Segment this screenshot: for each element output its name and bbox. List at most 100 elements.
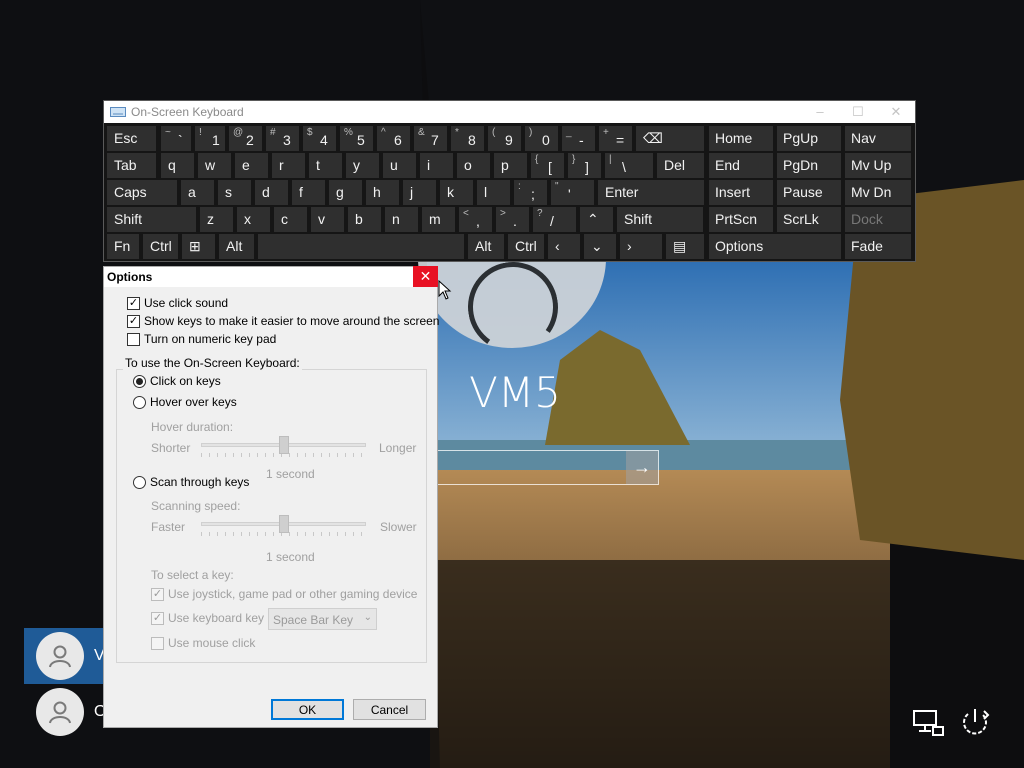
- show-keys-checkbox[interactable]: ✓ Show keys to make it easier to move ar…: [127, 314, 439, 328]
- osk-key[interactable]: Del: [657, 153, 704, 178]
- osk-key[interactable]: ⌫: [636, 126, 704, 151]
- osk-key[interactable]: c: [274, 207, 307, 232]
- arrow-right-icon[interactable]: →: [626, 451, 658, 484]
- ok-button[interactable]: OK: [271, 699, 344, 720]
- maximize-button[interactable]: ☐: [839, 104, 877, 120]
- osk-key[interactable]: ‹: [548, 234, 580, 259]
- osk-key[interactable]: Caps: [107, 180, 177, 205]
- osk-nav-key[interactable]: Dock: [845, 207, 911, 232]
- scan-through-keys-radio[interactable]: Scan through keys: [133, 475, 249, 489]
- osk-key[interactable]: v: [311, 207, 344, 232]
- osk-key[interactable]: @2: [229, 126, 262, 151]
- checkbox-box[interactable]: ✓: [151, 611, 164, 625]
- osk-key[interactable]: Enter: [598, 180, 704, 205]
- osk-key[interactable]: ⌄: [584, 234, 616, 259]
- osk-key[interactable]: l: [477, 180, 510, 205]
- osk-key[interactable]: t: [309, 153, 342, 178]
- osk-key[interactable]: x: [237, 207, 270, 232]
- osk-nav-key[interactable]: Options: [709, 234, 841, 259]
- osk-nav-key[interactable]: Mv Up: [845, 153, 911, 178]
- minimize-button[interactable]: –: [801, 104, 839, 120]
- checkbox-box[interactable]: ✓: [127, 314, 140, 328]
- osk-key[interactable]: ▤: [666, 234, 704, 259]
- cancel-button[interactable]: Cancel: [353, 699, 426, 720]
- osk-key[interactable]: s: [218, 180, 251, 205]
- checkbox-box[interactable]: [151, 636, 164, 650]
- osk-key[interactable]: ~ `: [161, 126, 191, 151]
- osk-key[interactable]: Esc: [107, 126, 156, 151]
- osk-key[interactable]: k: [440, 180, 473, 205]
- use-keyboard-key-checkbox[interactable]: ✓ Use keyboard key: [151, 611, 264, 625]
- radio-button[interactable]: [133, 395, 146, 409]
- osk-nav-key[interactable]: Fade: [845, 234, 911, 259]
- osk-key[interactable]: [258, 234, 464, 259]
- scanning-speed-thumb[interactable]: [278, 515, 289, 533]
- osk-key[interactable]: d: [255, 180, 288, 205]
- hover-over-keys-radio[interactable]: Hover over keys: [133, 395, 237, 409]
- osk-nav-key[interactable]: Pause: [777, 180, 841, 205]
- osk-key[interactable]: Tab: [107, 153, 156, 178]
- osk-key[interactable]: (9: [488, 126, 521, 151]
- osk-titlebar[interactable]: On-Screen Keyboard – ☐ ✕: [104, 101, 915, 123]
- osk-key[interactable]: n: [385, 207, 418, 232]
- osk-key[interactable]: }]: [568, 153, 601, 178]
- use-mouse-click-checkbox[interactable]: Use mouse click: [151, 636, 255, 650]
- use-joystick-checkbox[interactable]: ✓ Use joystick, game pad or other gaming…: [151, 587, 417, 601]
- osk-key[interactable]: ›: [620, 234, 662, 259]
- osk-key[interactable]: Shift: [617, 207, 703, 232]
- radio-button[interactable]: [133, 475, 146, 489]
- hover-duration-thumb[interactable]: [278, 436, 289, 454]
- osk-nav-key[interactable]: PrtScn: [709, 207, 773, 232]
- osk-key[interactable]: ⊞: [182, 234, 215, 259]
- click-on-keys-radio[interactable]: Click on keys: [133, 374, 221, 388]
- osk-nav-key[interactable]: Nav: [845, 126, 911, 151]
- checkbox-box[interactable]: ✓: [151, 587, 164, 601]
- osk-key[interactable]: a: [181, 180, 214, 205]
- osk-key[interactable]: * 8: [451, 126, 484, 151]
- osk-key[interactable]: r: [272, 153, 305, 178]
- options-titlebar[interactable]: Options: [104, 267, 437, 287]
- osk-key[interactable]: b: [348, 207, 381, 232]
- network-icon[interactable]: [911, 705, 945, 739]
- osk-nav-key[interactable]: Home: [709, 126, 773, 151]
- osk-key[interactable]: y: [346, 153, 379, 178]
- osk-key[interactable]: Fn: [107, 234, 139, 259]
- use-click-sound-checkbox[interactable]: ✓ Use click sound: [127, 296, 228, 310]
- osk-key[interactable]: & 7: [414, 126, 447, 151]
- osk-nav-key[interactable]: Insert: [709, 180, 773, 205]
- osk-key[interactable]: ) 0: [525, 126, 558, 151]
- osk-key[interactable]: _ -: [562, 126, 595, 151]
- password-input[interactable]: →: [430, 450, 659, 485]
- osk-key[interactable]: w: [198, 153, 231, 178]
- osk-nav-key[interactable]: ScrLk: [777, 207, 841, 232]
- osk-key[interactable]: <,: [459, 207, 492, 232]
- osk-key[interactable]: u: [383, 153, 416, 178]
- osk-key[interactable]: $4: [303, 126, 336, 151]
- power-icon[interactable]: [958, 705, 992, 739]
- close-icon[interactable]: ✕: [413, 266, 438, 287]
- keyboard-key-select[interactable]: Space Bar Key ⌄: [268, 608, 377, 630]
- radio-button[interactable]: [133, 374, 146, 388]
- osk-key[interactable]: f: [292, 180, 325, 205]
- osk-key[interactable]: ^ 6: [377, 126, 410, 151]
- osk-key[interactable]: j: [403, 180, 436, 205]
- osk-key[interactable]: z: [200, 207, 233, 232]
- osk-key[interactable]: Ctrl: [508, 234, 544, 259]
- osk-nav-key[interactable]: PgUp: [777, 126, 841, 151]
- osk-key[interactable]: g: [329, 180, 362, 205]
- osk-key[interactable]: + =: [599, 126, 632, 151]
- osk-nav-key[interactable]: End: [709, 153, 773, 178]
- osk-key[interactable]: ! 1: [195, 126, 225, 151]
- osk-key[interactable]: " ': [551, 180, 594, 205]
- osk-key[interactable]: #3: [266, 126, 299, 151]
- osk-close-button[interactable]: ✕: [877, 104, 915, 120]
- osk-key[interactable]: >.: [496, 207, 529, 232]
- osk-key[interactable]: :;: [514, 180, 547, 205]
- osk-key[interactable]: {[: [531, 153, 564, 178]
- osk-key[interactable]: m: [422, 207, 455, 232]
- osk-key[interactable]: q: [161, 153, 194, 178]
- osk-key[interactable]: Alt: [219, 234, 254, 259]
- osk-key[interactable]: Alt: [468, 234, 504, 259]
- osk-key[interactable]: ⌃: [580, 207, 613, 232]
- osk-key[interactable]: % 5: [340, 126, 373, 151]
